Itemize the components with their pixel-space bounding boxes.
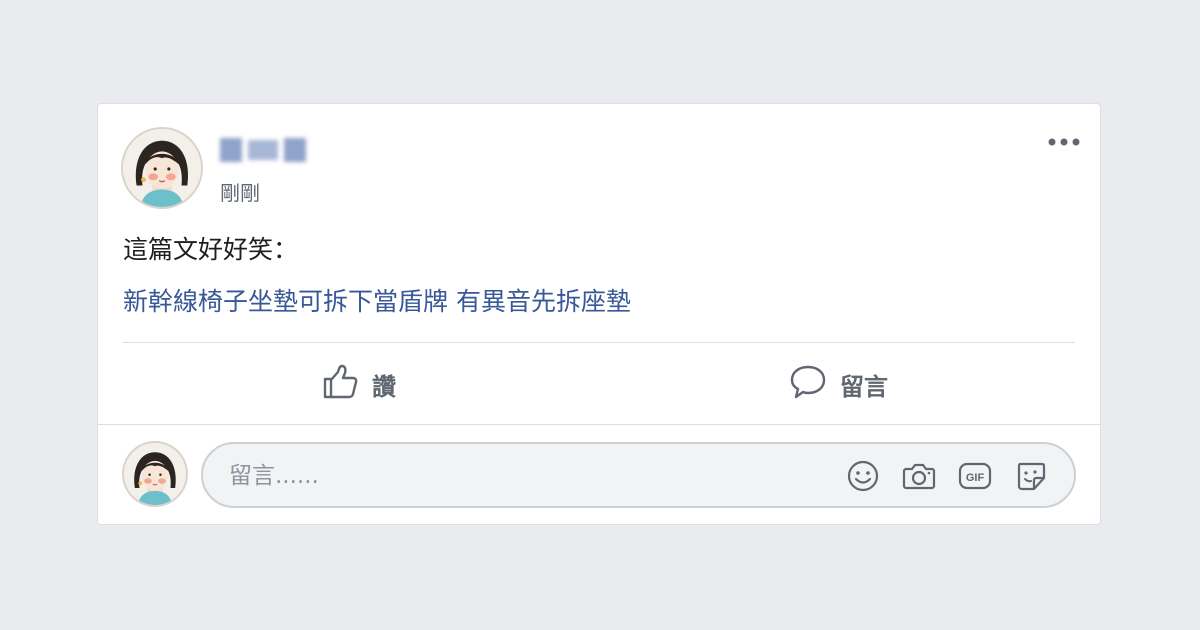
camera-icon[interactable]	[901, 458, 937, 494]
post-timestamp[interactable]: 剛剛	[220, 177, 260, 206]
author-name-blurred[interactable]	[220, 132, 308, 166]
thumbs-up-icon	[320, 362, 372, 406]
post-card: 剛剛 這篇文好好笑： 新幹線椅子坐墊可拆下當盾牌 有異音先拆座墊 讚 留言 留言…	[97, 103, 1101, 525]
post-link[interactable]: 新幹線椅子坐墊可拆下當盾牌 有異音先拆座墊	[123, 282, 631, 318]
gif-icon[interactable]: GIF	[957, 458, 993, 494]
comment-composer: GIF	[201, 442, 1076, 508]
user-avatar[interactable]	[124, 443, 186, 505]
emoji-icon[interactable]	[845, 458, 881, 494]
post-text: 這篇文好好笑：	[123, 235, 299, 264]
comment-input[interactable]	[227, 454, 791, 498]
like-label: 讚	[372, 372, 396, 401]
svg-text:GIF: GIF	[966, 472, 985, 484]
sticker-icon[interactable]	[1013, 458, 1049, 494]
author-avatar[interactable]	[123, 129, 201, 207]
divider	[123, 342, 1075, 343]
section-divider	[98, 424, 1100, 425]
more-icon[interactable]	[1046, 130, 1082, 154]
speech-bubble-icon	[788, 362, 840, 406]
comment-label: 留言	[840, 372, 888, 401]
comment-button[interactable]: 留言	[788, 362, 888, 406]
like-button[interactable]: 讚	[320, 362, 396, 406]
